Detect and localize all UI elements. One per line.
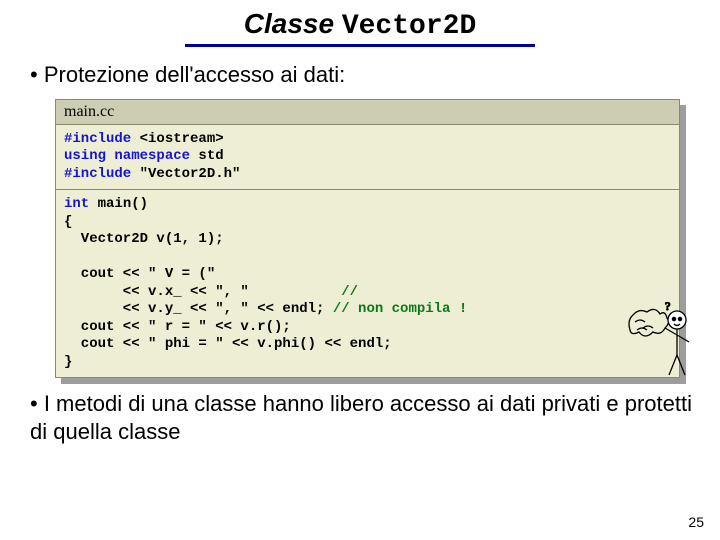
bullet-top: Protezione dell'accesso ai dati: (0, 57, 720, 95)
code-block: main.cc #include <iostream> using namesp… (55, 99, 680, 379)
svg-text:?: ? (665, 300, 670, 313)
title-underline (185, 44, 535, 47)
page-number: 25 (688, 514, 704, 530)
slide-title: Classe Vector2D (0, 0, 720, 42)
code-text: int main() { Vector2D v(1, 1); cout << "… (64, 196, 671, 371)
confused-character-icon: ? (625, 300, 695, 390)
code-text: #include <iostream> using namespace std … (64, 131, 671, 184)
title-mono: Vector2D (342, 11, 476, 42)
code-section-main: int main() { Vector2D v(1, 1); cout << "… (56, 190, 679, 377)
title-prefix: Classe (244, 8, 342, 39)
bullet-bottom: I metodi di una classe hanno libero acce… (0, 386, 720, 451)
code-section-includes: #include <iostream> using namespace std … (56, 125, 679, 191)
code-box: main.cc #include <iostream> using namesp… (55, 99, 680, 379)
code-filename: main.cc (56, 100, 679, 125)
